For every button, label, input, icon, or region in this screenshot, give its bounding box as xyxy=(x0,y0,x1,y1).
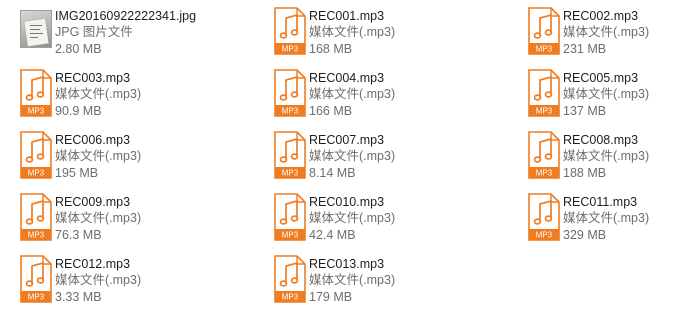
mp3-badge-label: MP3 xyxy=(536,169,553,178)
file-name: REC003.mp3 xyxy=(55,71,131,85)
mp3-badge-label: MP3 xyxy=(282,169,299,178)
file-name: REC007.mp3 xyxy=(309,133,385,147)
file-name: REC010.mp3 xyxy=(309,195,385,209)
mp3-badge-label: MP3 xyxy=(536,231,553,240)
mp3-badge-label: MP3 xyxy=(28,293,45,302)
file-name: REC006.mp3 xyxy=(55,133,131,147)
file-size: 195 MB xyxy=(55,166,99,180)
mp3-badge-label: MP3 xyxy=(536,107,553,116)
mp3-badge-label: MP3 xyxy=(282,293,299,302)
file-item[interactable]: MP3 REC003.mp3 媒体文件(.mp3) 90.9 MB xyxy=(0,64,250,124)
file-name: REC013.mp3 xyxy=(309,257,385,271)
file-size: 329 MB xyxy=(563,228,607,242)
file-type: 媒体文件(.mp3) xyxy=(309,211,396,225)
file-size: 76.3 MB xyxy=(55,228,102,242)
file-size: 179 MB xyxy=(309,290,353,304)
image-thumbnail xyxy=(16,5,56,57)
file-name: REC005.mp3 xyxy=(563,71,639,85)
file-type: 媒体文件(.mp3) xyxy=(309,273,396,287)
file-type: 媒体文件(.mp3) xyxy=(55,87,142,101)
mp3-file-icon: MP3 xyxy=(16,191,56,243)
mp3-file-icon: MP3 xyxy=(524,191,564,243)
file-item[interactable]: MP3 REC004.mp3 媒体文件(.mp3) 166 MB xyxy=(254,64,504,124)
mp3-file-icon: MP3 xyxy=(270,129,310,181)
mp3-badge-label: MP3 xyxy=(28,231,45,240)
file-type: 媒体文件(.mp3) xyxy=(563,87,650,101)
mp3-file-icon: MP3 xyxy=(16,253,56,305)
file-item[interactable]: MP3 REC001.mp3 媒体文件(.mp3) 168 MB xyxy=(254,2,504,62)
file-name: REC011.mp3 xyxy=(563,195,638,209)
file-type: 媒体文件(.mp3) xyxy=(55,273,142,287)
file-item[interactable]: MP3 REC007.mp3 媒体文件(.mp3) 8.14 MB xyxy=(254,126,504,186)
file-size: 2.80 MB xyxy=(55,42,102,56)
file-type: 媒体文件(.mp3) xyxy=(563,149,650,163)
file-size: 137 MB xyxy=(563,104,607,118)
file-name: REC002.mp3 xyxy=(563,9,639,23)
file-type: 媒体文件(.mp3) xyxy=(309,87,396,101)
mp3-badge-label: MP3 xyxy=(282,231,299,240)
file-type: 媒体文件(.mp3) xyxy=(563,25,650,39)
file-size: 3.33 MB xyxy=(55,290,102,304)
file-name: REC009.mp3 xyxy=(55,195,131,209)
mp3-badge-label: MP3 xyxy=(282,107,299,116)
mp3-badge-label: MP3 xyxy=(28,107,45,116)
file-item[interactable]: MP3 REC002.mp3 媒体文件(.mp3) 231 MB xyxy=(508,2,692,62)
mp3-badge-label: MP3 xyxy=(536,45,553,54)
mp3-file-icon: MP3 xyxy=(524,129,564,181)
file-size: 166 MB xyxy=(309,104,353,118)
file-item[interactable]: MP3 REC005.mp3 媒体文件(.mp3) 137 MB xyxy=(508,64,692,124)
file-size: 231 MB xyxy=(563,42,607,56)
mp3-file-icon: MP3 xyxy=(524,67,564,119)
file-size: 8.14 MB xyxy=(309,166,356,180)
file-grid: IMG20160922222341.jpg JPG 图片文件 2.80 MB M… xyxy=(0,0,692,321)
mp3-badge-label: MP3 xyxy=(28,169,45,178)
mp3-file-icon: MP3 xyxy=(16,67,56,119)
mp3-file-icon: MP3 xyxy=(270,191,310,243)
file-name: REC004.mp3 xyxy=(309,71,385,85)
file-name: REC012.mp3 xyxy=(55,257,131,271)
mp3-file-icon: MP3 xyxy=(270,5,310,57)
file-size: 188 MB xyxy=(563,166,607,180)
file-name: REC001.mp3 xyxy=(309,9,385,23)
file-item[interactable]: MP3 REC009.mp3 媒体文件(.mp3) 76.3 MB xyxy=(0,188,250,248)
mp3-file-icon: MP3 xyxy=(270,253,310,305)
mp3-badge-label: MP3 xyxy=(282,45,299,54)
mp3-file-icon: MP3 xyxy=(16,129,56,181)
file-type: 媒体文件(.mp3) xyxy=(563,211,650,225)
file-item[interactable]: MP3 REC013.mp3 媒体文件(.mp3) 179 MB xyxy=(254,250,504,310)
file-size: 42.4 MB xyxy=(309,228,356,242)
file-item[interactable]: IMG20160922222341.jpg JPG 图片文件 2.80 MB xyxy=(0,2,250,62)
file-item[interactable]: MP3 REC011.mp3 媒体文件(.mp3) 329 MB xyxy=(508,188,692,248)
file-type: JPG 图片文件 xyxy=(55,25,133,39)
file-type: 媒体文件(.mp3) xyxy=(309,149,396,163)
file-item[interactable]: MP3 REC012.mp3 媒体文件(.mp3) 3.33 MB xyxy=(0,250,250,310)
mp3-file-icon: MP3 xyxy=(270,67,310,119)
file-type: 媒体文件(.mp3) xyxy=(55,211,142,225)
file-item[interactable]: MP3 REC006.mp3 媒体文件(.mp3) 195 MB xyxy=(0,126,250,186)
file-type: 媒体文件(.mp3) xyxy=(309,25,396,39)
file-size: 168 MB xyxy=(309,42,353,56)
file-name: IMG20160922222341.jpg xyxy=(55,9,197,23)
file-item[interactable]: MP3 REC010.mp3 媒体文件(.mp3) 42.4 MB xyxy=(254,188,504,248)
mp3-file-icon: MP3 xyxy=(524,5,564,57)
file-type: 媒体文件(.mp3) xyxy=(55,149,142,163)
file-item[interactable]: MP3 REC008.mp3 媒体文件(.mp3) 188 MB xyxy=(508,126,692,186)
file-name: REC008.mp3 xyxy=(563,133,639,147)
file-size: 90.9 MB xyxy=(55,104,102,118)
